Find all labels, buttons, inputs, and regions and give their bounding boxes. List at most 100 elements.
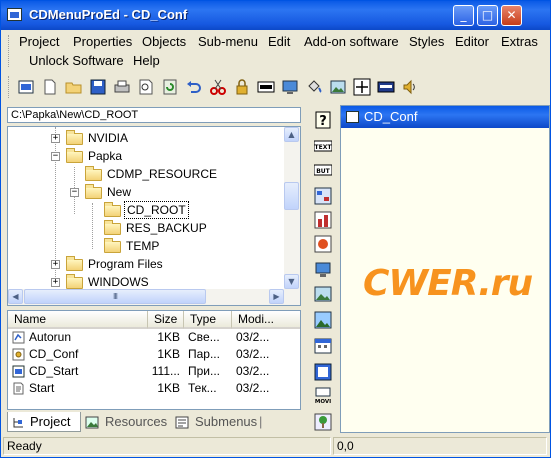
expand-toggle[interactable]: + xyxy=(51,278,60,287)
tab-submenus[interactable]: Submenus | xyxy=(173,412,265,432)
folder-tree[interactable]: + NVIDIA − Papka CDMP_RESOURCE − New CD_… xyxy=(7,126,301,306)
file-row-autorun[interactable]: Autorun 1KB Свe... 03/2... xyxy=(8,329,300,346)
text-object-icon[interactable]: TEXT xyxy=(314,137,332,155)
lock-icon[interactable] xyxy=(233,78,251,96)
start-button-icon[interactable] xyxy=(257,78,275,96)
menu-styles[interactable]: Styles xyxy=(409,34,444,49)
expand-toggle[interactable]: + xyxy=(51,134,60,143)
monitor-icon[interactable] xyxy=(281,78,299,96)
calendar-object-icon[interactable] xyxy=(314,337,332,355)
photo-object-icon[interactable] xyxy=(314,311,332,329)
column-header-modified[interactable]: Modi... xyxy=(232,311,300,329)
menu-objects[interactable]: Objects xyxy=(142,34,186,49)
menu-properties[interactable]: Properties xyxy=(73,34,132,49)
tree-vertical-scrollbar[interactable]: ▲ ▼ xyxy=(284,127,300,289)
column-header-name[interactable]: Name xyxy=(8,311,148,329)
window-title: CDMenuProEd - CD_Conf xyxy=(29,7,188,22)
tree-node-papka[interactable]: − Papka xyxy=(8,147,278,165)
tree-node-nvidia[interactable]: + NVIDIA xyxy=(8,129,278,147)
column-header-size[interactable]: Size xyxy=(148,311,184,329)
new-file-icon[interactable] xyxy=(41,78,59,96)
film-object-icon[interactable] xyxy=(314,363,332,381)
menu-grip[interactable] xyxy=(8,35,12,67)
tree-object-icon[interactable] xyxy=(314,413,332,431)
file-size: 1KB xyxy=(157,330,180,344)
tab-resources[interactable]: Resources xyxy=(83,412,171,432)
tree-node-new[interactable]: − New xyxy=(8,183,278,201)
screen-object-icon[interactable] xyxy=(314,261,332,279)
button-object-icon[interactable]: BUT xyxy=(314,161,332,179)
document-title-bar[interactable]: CD_Conf xyxy=(341,106,549,128)
document-window[interactable]: CD_Conf CWER.ru xyxy=(340,105,550,433)
text-file-icon xyxy=(13,382,24,395)
menu-extras[interactable]: Extras xyxy=(501,34,538,49)
collapse-toggle[interactable]: − xyxy=(51,152,60,161)
title-icon[interactable] xyxy=(377,78,395,96)
scroll-left-button[interactable]: ◀ xyxy=(8,289,23,304)
close-button[interactable]: ✕ xyxy=(501,5,522,26)
app-icon[interactable] xyxy=(7,8,22,21)
movie-object-icon[interactable]: MOVI xyxy=(314,387,332,405)
expand-toggle[interactable]: + xyxy=(51,260,60,269)
paint-bucket-icon[interactable] xyxy=(305,78,323,96)
image-object-icon[interactable] xyxy=(314,285,332,303)
file-row-cd-start[interactable]: CD_Start 111... При... 03/2... xyxy=(8,363,300,380)
resources-icon xyxy=(85,416,99,429)
menu-edit[interactable]: Edit xyxy=(268,34,290,49)
minimize-button[interactable]: _ xyxy=(453,5,474,26)
refresh-icon[interactable] xyxy=(161,78,179,96)
picture-icon[interactable] xyxy=(329,78,347,96)
autorun-file-icon xyxy=(12,331,25,344)
collapse-toggle[interactable]: − xyxy=(70,188,79,197)
path-field[interactable]: C:\Papka\New\CD_ROOT xyxy=(7,107,301,123)
document-title: CD_Conf xyxy=(364,109,418,124)
title-bar[interactable]: CDMenuProEd - CD_Conf _ □ ✕ xyxy=(1,1,550,30)
print-preview-icon[interactable] xyxy=(137,78,155,96)
tree-node-res-backup[interactable]: RES_BACKUP xyxy=(8,219,278,237)
svg-text:TEXT: TEXT xyxy=(315,144,332,151)
new-project-icon[interactable] xyxy=(17,78,35,96)
file-list[interactable]: Name Size Type Modi... Autorun 1KB Свe..… xyxy=(7,310,301,410)
scroll-right-button[interactable]: ▶ xyxy=(269,289,284,304)
tree-node-program-files[interactable]: + Program Files xyxy=(8,255,278,273)
menu-sub-menu[interactable]: Sub-menu xyxy=(198,34,258,49)
cut-icon[interactable] xyxy=(209,78,227,96)
tree-node-cd-root[interactable]: CD_ROOT xyxy=(8,201,278,219)
tree-node-cdmp-resource[interactable]: CDMP_RESOURCE xyxy=(8,165,278,183)
menu-unlock-software[interactable]: Unlock Software xyxy=(29,53,124,68)
scroll-down-button[interactable]: ▼ xyxy=(284,274,299,289)
move-arrows-icon[interactable] xyxy=(353,78,371,96)
app-window: CDMenuProEd - CD_Conf _ □ ✕ Project Prop… xyxy=(0,0,551,458)
help-icon[interactable]: ? xyxy=(314,111,332,129)
tree-node-temp[interactable]: TEMP xyxy=(8,237,278,255)
record-object-icon[interactable] xyxy=(314,235,332,253)
toolbar-grip[interactable] xyxy=(8,76,12,98)
design-canvas[interactable]: CWER.ru xyxy=(341,128,549,432)
tree-node-label: RES_BACKUP xyxy=(126,221,207,235)
tree-horizontal-scrollbar[interactable]: ◀ III ▶ xyxy=(8,289,300,305)
menu-add-on-software[interactable]: Add-on software xyxy=(304,34,399,49)
speaker-icon[interactable] xyxy=(401,78,419,96)
undo-icon[interactable] xyxy=(185,78,203,96)
scroll-thumb[interactable]: III xyxy=(24,289,206,304)
panel-splitter[interactable] xyxy=(304,101,308,435)
menu-editor[interactable]: Editor xyxy=(455,34,489,49)
menu-project[interactable]: Project xyxy=(19,34,59,49)
chart-object-icon[interactable] xyxy=(314,211,332,229)
folder-icon xyxy=(66,130,83,145)
open-folder-icon[interactable] xyxy=(65,78,83,96)
maximize-button[interactable]: □ xyxy=(477,5,498,26)
save-icon[interactable] xyxy=(89,78,107,96)
column-header-type[interactable]: Type xyxy=(184,311,232,329)
folder-open-icon xyxy=(104,202,121,217)
scroll-thumb[interactable] xyxy=(284,182,299,210)
file-type: Тек... xyxy=(188,381,217,395)
menu-help[interactable]: Help xyxy=(133,53,160,68)
scroll-up-button[interactable]: ▲ xyxy=(284,127,299,142)
print-icon[interactable] xyxy=(113,78,131,96)
tab-project[interactable]: Project xyxy=(7,412,81,432)
file-row-start[interactable]: Start 1KB Тек... 03/2... xyxy=(8,380,300,397)
menu-object-icon[interactable] xyxy=(314,187,332,205)
folder-icon xyxy=(85,184,102,199)
file-row-cd-conf[interactable]: CD_Conf 1KB Пар... 03/2... xyxy=(8,346,300,363)
